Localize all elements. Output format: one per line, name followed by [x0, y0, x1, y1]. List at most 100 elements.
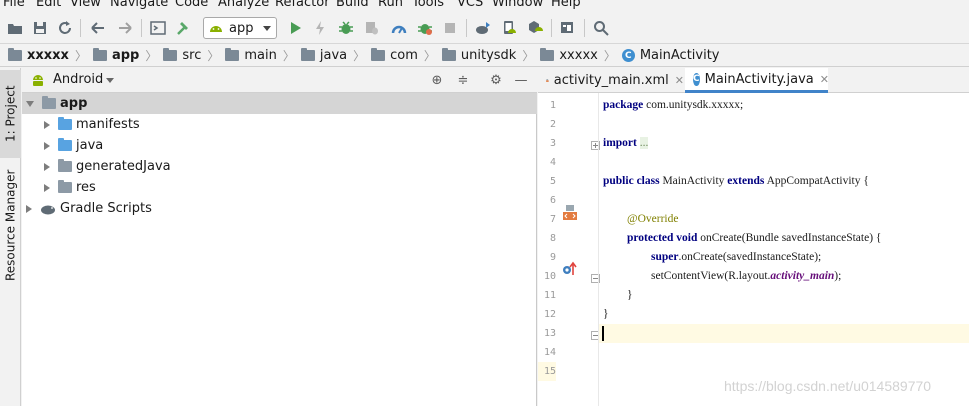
sync-gradle-icon[interactable]: [473, 18, 493, 38]
breadcrumb-module[interactable]: app 〉: [92, 47, 163, 64]
menu-window[interactable]: Window: [492, 0, 543, 11]
line-number: 9: [549, 252, 556, 263]
tree-item-java[interactable]: java: [22, 135, 537, 156]
folder-icon: [225, 48, 240, 61]
apply-changes-icon[interactable]: [310, 18, 330, 38]
menu-file[interactable]: File: [3, 0, 25, 11]
tab-resource-manager[interactable]: Resource Manager: [0, 168, 21, 283]
code-line-1: package com.unitysdk.xxxxx;: [603, 99, 744, 111]
tab-activity-main-xml[interactable]: activity_main.xml ✕: [538, 68, 684, 93]
line-number: 7: [549, 214, 556, 225]
chevron-right-icon[interactable]: [44, 120, 50, 129]
stop-icon[interactable]: [440, 18, 460, 38]
menu-tools[interactable]: Tools: [412, 0, 444, 11]
run-configuration-dropdown[interactable]: app: [203, 17, 277, 39]
attach-debugger-icon[interactable]: [362, 18, 382, 38]
chevron-right-icon[interactable]: [26, 204, 32, 213]
tree-item-generatedjava[interactable]: generatedJava: [22, 156, 537, 177]
tree-item-gradle-scripts[interactable]: Gradle Scripts: [22, 198, 537, 219]
back-icon[interactable]: [88, 18, 108, 38]
coverage-icon[interactable]: [415, 18, 435, 38]
chevron-down-icon[interactable]: [106, 78, 114, 83]
class-icon: C: [621, 49, 635, 62]
folder-icon: [92, 48, 107, 61]
breadcrumb-project[interactable]: xxxxx 〉: [8, 47, 93, 64]
android-icon: [210, 26, 222, 32]
collapse-all-icon[interactable]: ≑: [454, 72, 472, 90]
line-number: 12: [543, 309, 556, 320]
line-number-current: 15: [538, 362, 556, 381]
left-tool-stripe: 1: Project Resource Manager: [0, 68, 21, 406]
menu-vcs[interactable]: VCS: [457, 0, 483, 11]
tree-item-manifests[interactable]: manifests: [22, 114, 537, 135]
line-number: 14: [543, 347, 556, 358]
folder-icon: [540, 48, 555, 61]
line-number: 6: [549, 195, 556, 206]
breadcrumb-java[interactable]: java 〉: [300, 47, 371, 64]
menu-analyze[interactable]: Analyze: [218, 0, 269, 11]
sdk-manager-icon[interactable]: [525, 18, 545, 38]
profile-icon[interactable]: [389, 18, 409, 38]
sync-icon[interactable]: [55, 18, 75, 38]
menu-view[interactable]: View: [70, 0, 101, 11]
line-number: 4: [549, 157, 556, 168]
tree-item-app[interactable]: app: [22, 93, 537, 114]
folder-icon: [300, 48, 315, 61]
open-icon[interactable]: [5, 18, 25, 38]
gear-icon[interactable]: ⚙: [487, 72, 505, 90]
debug-icon[interactable]: [336, 18, 356, 38]
run-icon[interactable]: [286, 18, 306, 38]
tab-mainactivity-java[interactable]: C MainActivity.java ✕: [685, 68, 829, 93]
close-icon[interactable]: ✕: [820, 73, 829, 86]
chevron-down-icon[interactable]: [26, 100, 34, 107]
project-view-selector[interactable]: Android: [53, 72, 103, 87]
search-icon[interactable]: [591, 18, 611, 38]
breadcrumb-com[interactable]: com 〉: [371, 47, 442, 64]
breadcrumb-class[interactable]: C MainActivity: [621, 48, 720, 63]
avd-manager-icon[interactable]: [499, 18, 519, 38]
minimize-icon[interactable]: —: [512, 72, 530, 90]
menu-run[interactable]: Run: [378, 0, 403, 11]
line-number: 11: [543, 290, 556, 301]
project-structure-icon[interactable]: [558, 18, 578, 38]
breadcrumb-src[interactable]: src 〉: [163, 47, 225, 64]
module-folder-icon: [42, 96, 56, 109]
code-line-3: import ...: [603, 137, 649, 149]
code-line-10: protected void onCreate(Bundle savedInst…: [627, 232, 882, 244]
make-hammer-icon[interactable]: [173, 18, 193, 38]
chevron-right-icon[interactable]: [44, 183, 50, 192]
forward-icon[interactable]: [115, 18, 135, 38]
folder-icon: [58, 138, 72, 151]
code-line-14: }: [603, 308, 609, 320]
menu-refactor[interactable]: Refactor: [275, 0, 330, 11]
breadcrumb-package[interactable]: xxxxx 〉: [540, 47, 621, 64]
tool-window-icon[interactable]: [148, 18, 168, 38]
chevron-right-icon[interactable]: [44, 162, 50, 171]
overrides-method-icon[interactable]: [562, 260, 578, 276]
folded-imports[interactable]: ...: [639, 137, 649, 149]
project-panel-header: Android ⊕ ≑ ⚙ —: [22, 68, 537, 93]
xml-file-icon: [546, 79, 549, 82]
close-icon[interactable]: ✕: [675, 74, 684, 87]
menu-code[interactable]: Code: [175, 0, 208, 11]
tree-item-label: app: [60, 96, 88, 111]
chevron-right-icon[interactable]: [44, 141, 50, 150]
tree-item-res[interactable]: res: [22, 177, 537, 198]
layout-file-gutter-icon[interactable]: [562, 205, 578, 221]
menu-build[interactable]: Build: [336, 0, 369, 11]
breadcrumb-main[interactable]: main 〉: [225, 47, 301, 64]
code-editor[interactable]: package com.unitysdk.xxxxx; import ... p…: [598, 93, 969, 406]
menu-edit[interactable]: Edit: [36, 0, 61, 11]
menu-help[interactable]: Help: [551, 0, 581, 11]
tab-project[interactable]: 1: Project: [0, 70, 21, 158]
tab-label: MainActivity.java: [704, 71, 814, 87]
save-icon[interactable]: [30, 18, 50, 38]
chevron-down-icon: [263, 26, 271, 31]
code-line-7: public class MainActivity extends AppCom…: [603, 175, 869, 187]
menu-navigate[interactable]: Navigate: [110, 0, 168, 11]
gradle-elephant-icon: [41, 205, 55, 214]
tab-project-label: 1: Project: [3, 85, 18, 143]
locate-file-icon[interactable]: ⊕: [428, 72, 446, 90]
code-line-12: setContentView(R.layout.activity_main);: [651, 270, 842, 282]
breadcrumb-unitysdk[interactable]: unitysdk 〉: [441, 47, 540, 64]
